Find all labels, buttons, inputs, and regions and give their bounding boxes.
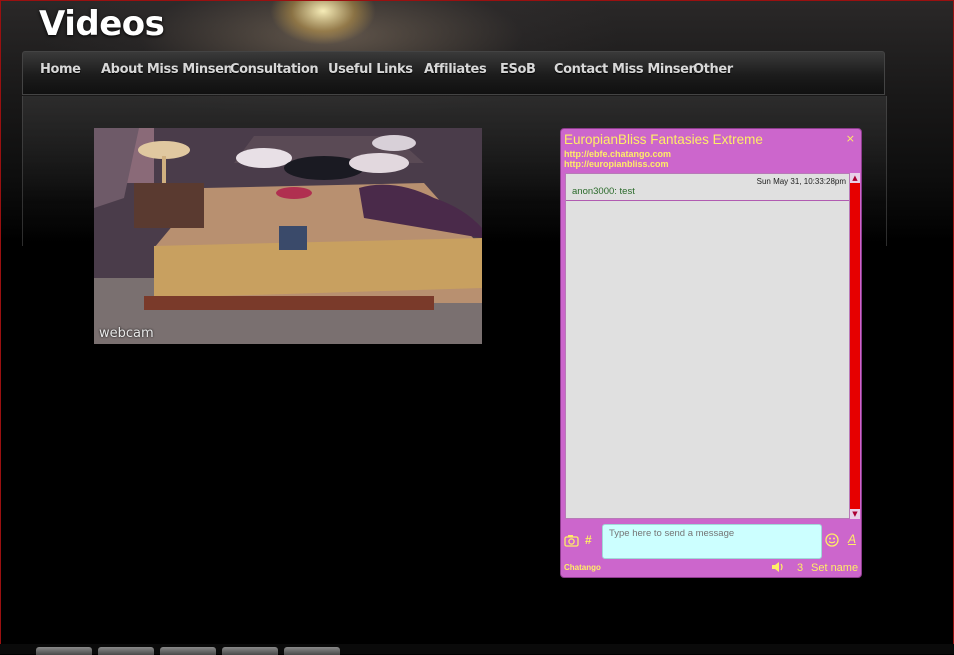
chat-link-europianbliss[interactable]: http://europianbliss.com bbox=[564, 159, 669, 169]
nav-item-home[interactable]: Home bbox=[40, 62, 81, 77]
page-title: Videos bbox=[39, 4, 165, 44]
chat-scrollbar[interactable]: ▲ ▼ bbox=[850, 173, 860, 519]
message-divider bbox=[566, 200, 849, 201]
text-format-button[interactable]: A bbox=[848, 532, 856, 546]
user-count[interactable]: 3 bbox=[797, 562, 803, 574]
chat-message-area[interactable]: Sun May 31, 10:33:28pm anon3000: test bbox=[565, 173, 850, 519]
message-text: anon3000: test bbox=[572, 186, 635, 197]
speaker-icon[interactable] bbox=[771, 561, 785, 573]
scroll-up-arrow-icon[interactable]: ▲ bbox=[850, 173, 860, 183]
chat-title: EuropianBliss Fantasies Extreme bbox=[564, 132, 763, 147]
chat-widget: EuropianBliss Fantasies Extreme × http:/… bbox=[560, 128, 862, 578]
main-nav: Home About Miss Minsen Consultation Usef… bbox=[22, 51, 885, 95]
message-timestamp: Sun May 31, 10:33:28pm bbox=[756, 177, 846, 186]
camera-icon[interactable] bbox=[564, 534, 579, 547]
nav-item-affiliates[interactable]: Affiliates bbox=[424, 62, 487, 77]
close-icon[interactable]: × bbox=[846, 132, 855, 145]
bedroom-scene-image bbox=[94, 128, 482, 344]
nav-item-contact[interactable]: Contact Miss Minsen bbox=[554, 62, 698, 77]
nav-item-consultation[interactable]: Consultation bbox=[230, 62, 319, 77]
chat-link-ebfe[interactable]: http://ebfe.chatango.com bbox=[564, 149, 671, 159]
nav-item-useful-links[interactable]: Useful Links bbox=[328, 62, 413, 77]
nav-item-other[interactable]: Other bbox=[693, 62, 733, 77]
nav-item-esob[interactable]: ESoB bbox=[500, 62, 536, 77]
taskbar bbox=[0, 644, 954, 655]
chat-message-input[interactable] bbox=[602, 524, 822, 559]
chatango-brand-link[interactable]: Chatango bbox=[564, 563, 601, 572]
smiley-icon[interactable] bbox=[825, 533, 839, 547]
hashtag-button[interactable]: # bbox=[585, 533, 592, 547]
webcam-logo: webcam bbox=[99, 326, 154, 341]
webcam-video[interactable]: webcam bbox=[94, 128, 482, 344]
nav-item-about[interactable]: About Miss Minsen bbox=[101, 62, 233, 77]
set-name-button[interactable]: Set name bbox=[811, 562, 858, 574]
scroll-down-arrow-icon[interactable]: ▼ bbox=[850, 509, 860, 519]
